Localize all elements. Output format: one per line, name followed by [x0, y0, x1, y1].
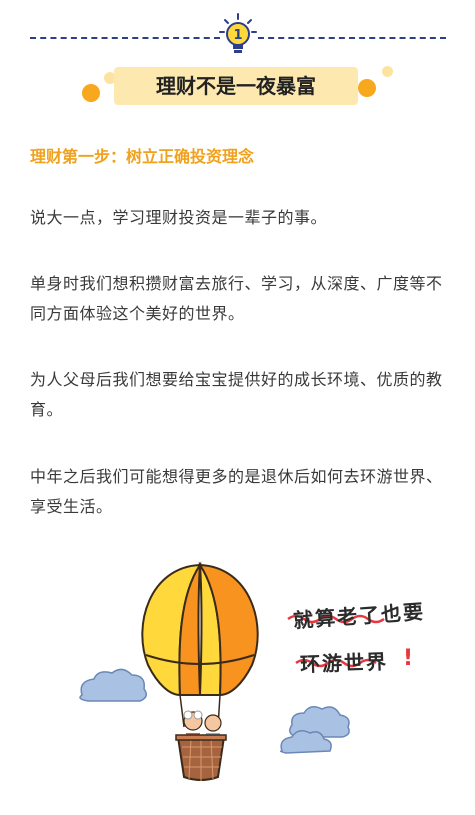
balloon-basket [175, 734, 227, 781]
paragraph: 单身时我们想积攒财富去旅行、学习，从深度、广度等不同方面体验这个美好的世界。 [30, 274, 443, 323]
badge-number: 1 [233, 28, 242, 43]
divider-line-left [30, 37, 220, 39]
cloud-icon [79, 668, 147, 702]
exclamation-mark: ! [403, 646, 416, 671]
decor-dot [382, 66, 393, 77]
decor-dot [358, 79, 376, 97]
decor-dot [82, 84, 100, 102]
hot-air-balloon-illustration [79, 561, 385, 781]
header-divider: 1 [0, 0, 475, 70]
paragraph: 中年之后我们可能想得更多的是退休后如何去环游世界、享受生活。 [30, 467, 443, 516]
handwritten-caption: 环游世界 [299, 649, 389, 677]
paragraph: 说大一点，学习理财投资是一辈子的事。 [30, 208, 328, 227]
divider-line-right [258, 37, 446, 39]
lightbulb-icon: 1 [219, 13, 257, 53]
page-title: 理财不是一夜暴富 [156, 74, 316, 98]
balloon-envelope [141, 561, 259, 697]
section-heading: 理财第一步：树立正确投资理念 [30, 147, 255, 166]
paragraph: 为人父母后我们想要给宝宝提供好的成长环境、优质的教育。 [30, 370, 443, 419]
